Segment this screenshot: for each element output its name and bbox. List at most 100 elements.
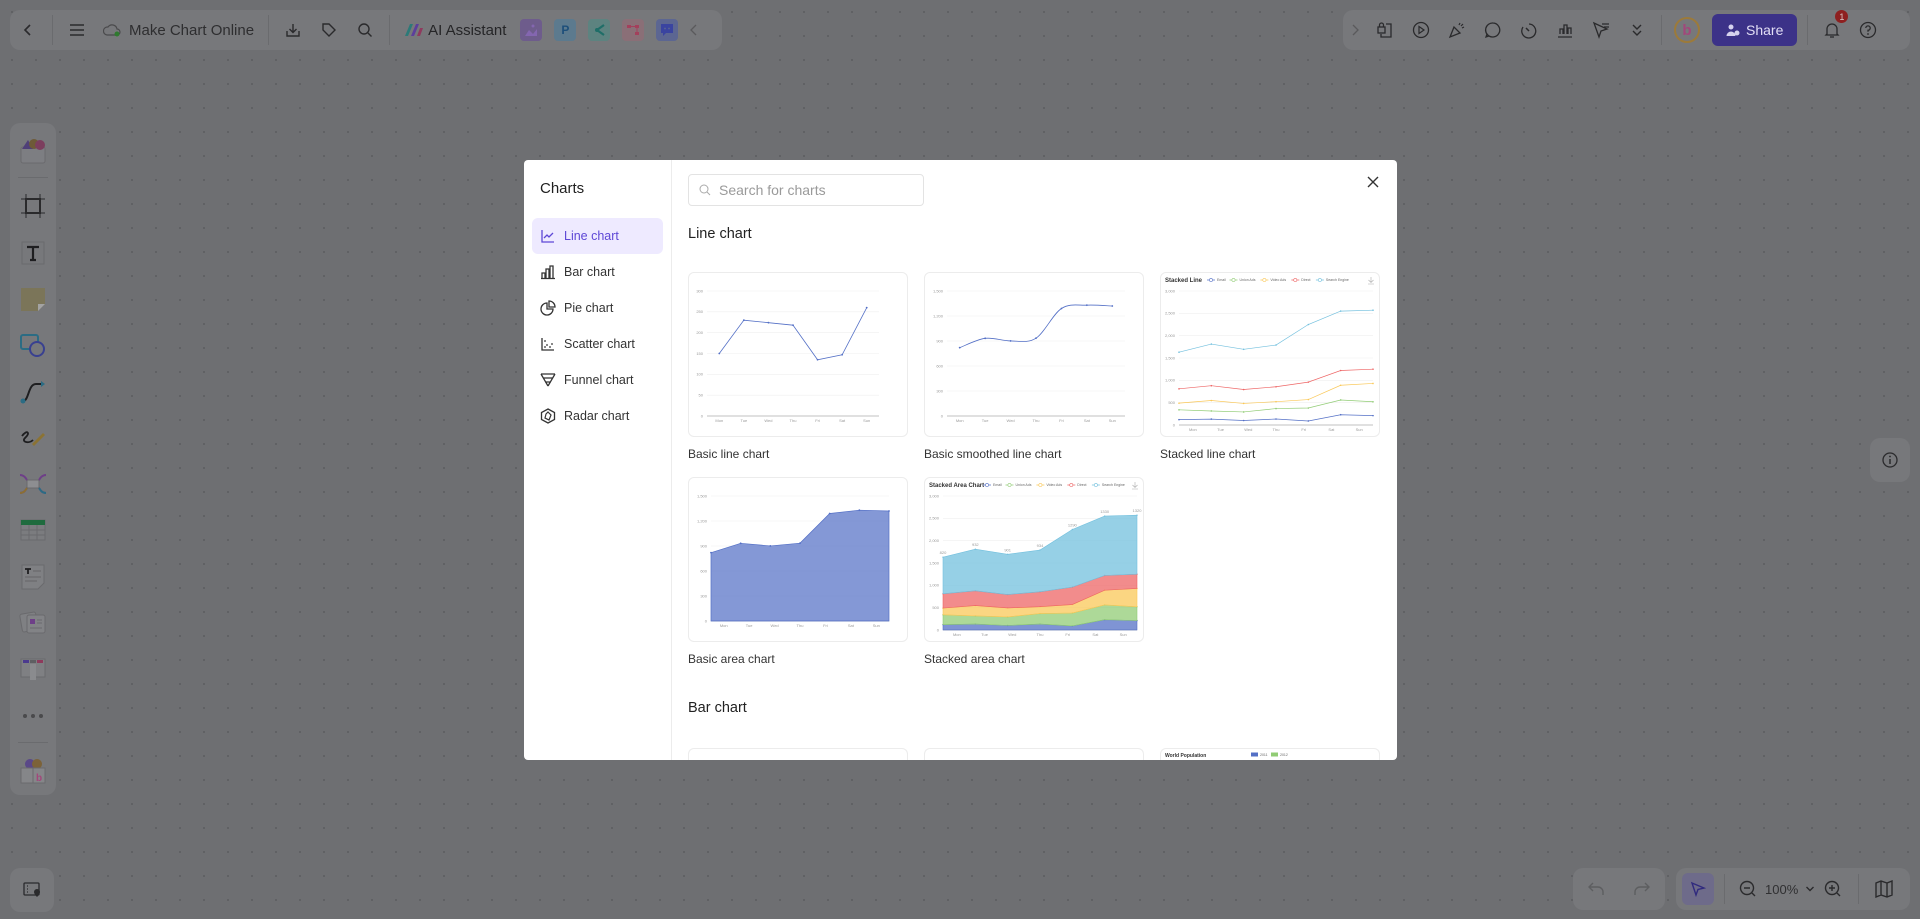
category-radar-chart[interactable]: Radar chart: [532, 398, 663, 434]
frame-tool[interactable]: [15, 189, 51, 223]
category-pie-chart[interactable]: Pie chart: [532, 290, 663, 326]
ai-assistant-button[interactable]: AI Assistant: [396, 22, 514, 39]
y-tick-label: 0: [701, 413, 704, 418]
app-store-tool[interactable]: b: [15, 754, 51, 788]
laser-pointer-icon: [1592, 21, 1609, 39]
cards-tool[interactable]: [15, 606, 51, 640]
download-button[interactable]: [275, 15, 311, 45]
chart-card-bar-1[interactable]: [688, 748, 908, 760]
chart-thumbnail: 0 50 100 150 200 250 300 Mon Tue Wed Thu Fri Sat Sun: [688, 272, 908, 437]
info-panel-button[interactable]: [1870, 438, 1910, 482]
sticky-note-tool[interactable]: [15, 282, 51, 316]
chart-card-basic-smoothed-line[interactable]: 0 300 600 900 1,200 1,500 Mon Tue Wed Thu Fri Sat Su…: [924, 272, 1144, 463]
data-label: 1320: [1133, 508, 1143, 513]
funnel-chart-icon: [540, 373, 556, 387]
cloud-saved-icon: [103, 24, 121, 37]
present-button[interactable]: [1403, 15, 1439, 45]
outline-button[interactable]: [10, 868, 54, 912]
data-point: [816, 358, 819, 361]
divider: [18, 177, 48, 179]
category-scatter-chart[interactable]: Scatter chart: [532, 326, 663, 362]
chart-card-basic-line[interactable]: 0 50 100 150 200 250 300 Mon Tue Wed Thu Fri Sat Sun …: [688, 272, 908, 463]
notifications-button[interactable]: 1: [1814, 10, 1850, 45]
x-tick-label: Thu: [1273, 427, 1280, 432]
mindmap-tool[interactable]: [15, 467, 51, 501]
celebrate-button[interactable]: [1439, 15, 1475, 45]
text-tool[interactable]: [15, 236, 51, 270]
chart-gallery: Line chart 0 50 100 150 200 250 300 Mon Tue Wed Th…: [672, 160, 1397, 760]
expand-toolbar-button[interactable]: [1343, 15, 1367, 45]
cursor-icon: [1690, 881, 1706, 897]
y-tick-label: 1,200: [697, 518, 708, 523]
zoom-in-button[interactable]: [1818, 874, 1848, 904]
chart-card-stacked-line[interactable]: Stacked Line Email Union Ads Video Ads Direc…: [1160, 272, 1380, 463]
chart-card-world-population[interactable]: World Population 2011 2012: [1160, 748, 1380, 760]
category-bar-chart[interactable]: Bar chart: [532, 254, 663, 290]
sticky-note-icon: [21, 287, 45, 311]
flowchart-app[interactable]: [622, 19, 645, 41]
document-title[interactable]: Make Chart Online: [95, 22, 262, 39]
y-tick-label: 1,000: [929, 583, 940, 588]
kanban-tool[interactable]: [15, 652, 51, 686]
legend-marker: [1231, 278, 1236, 282]
mindmap-app[interactable]: [588, 19, 611, 41]
image-generator-app[interactable]: [520, 19, 543, 41]
x-tick-label: Wed: [1008, 632, 1016, 637]
more-tools-button[interactable]: [1619, 15, 1655, 45]
chart-card-label: Stacked line chart: [1160, 447, 1256, 461]
data-point: [1275, 407, 1277, 410]
redo-button[interactable]: [1624, 874, 1660, 904]
data-point: [769, 545, 772, 547]
chart-card-bar-2[interactable]: [924, 748, 1144, 760]
data-point: [1307, 420, 1310, 422]
comment-button[interactable]: [1475, 15, 1511, 45]
top-toolbar-right: b Share 1: [1343, 10, 1910, 50]
tag-button[interactable]: [311, 15, 347, 45]
laser-pointer-button[interactable]: [1583, 15, 1619, 45]
category-line-chart[interactable]: Line chart: [532, 218, 663, 254]
search-input[interactable]: [719, 182, 909, 198]
bar-chart-grid: World Population 2011 2012: [688, 748, 1381, 760]
table-tool[interactable]: [15, 513, 51, 547]
user-avatar[interactable]: b: [1674, 17, 1700, 43]
lock-file-button[interactable]: [1367, 15, 1403, 45]
search-button[interactable]: [347, 15, 383, 45]
zoom-level[interactable]: 100%: [1765, 882, 1798, 897]
category-label: Radar chart: [564, 409, 630, 423]
dialog-title: Charts: [540, 180, 585, 197]
play-icon: [1412, 21, 1430, 39]
x-tick-label: Fri: [1065, 632, 1070, 637]
zoom-out-button[interactable]: [1735, 874, 1761, 904]
undo-button[interactable]: [1578, 874, 1614, 904]
back-button[interactable]: [10, 15, 46, 45]
connector-tool[interactable]: [15, 374, 51, 408]
presentation-app[interactable]: P: [554, 19, 577, 41]
chart-title: Stacked Area Chart: [929, 483, 984, 489]
search-box[interactable]: [688, 174, 924, 206]
chart-thumbnail: Stacked Line Email Union Ads Video Ads Direc…: [1160, 272, 1380, 437]
kanban-icon: [20, 658, 46, 681]
category-funnel-chart[interactable]: Funnel chart: [532, 362, 663, 398]
x-tick-label: Sun: [873, 623, 880, 628]
chart-thumbnail: Stacked Area Chart Email Union Ads Video Ad…: [924, 477, 1144, 642]
more-tools-button[interactable]: [15, 699, 51, 733]
chart-card-basic-area[interactable]: 0 300 600 900 1,200 1,500 Mon Tue Wed Thu Fri Sat Su…: [688, 477, 908, 668]
area-fill: [710, 509, 890, 622]
chart-card-stacked-area[interactable]: Stacked Area Chart Email Union Ads Video Ad…: [924, 477, 1144, 668]
help-button[interactable]: [1850, 15, 1886, 45]
shapes-tool[interactable]: [15, 328, 51, 362]
share-button[interactable]: Share: [1712, 14, 1798, 46]
chart-button[interactable]: [1547, 15, 1583, 45]
timer-button[interactable]: [1511, 15, 1547, 45]
zoom-dropdown-button[interactable]: [1802, 874, 1818, 904]
chat-app[interactable]: [656, 19, 679, 41]
collapse-apps-button[interactable]: [684, 15, 704, 45]
templates-tool[interactable]: [15, 134, 51, 168]
select-tool-button[interactable]: [1682, 873, 1714, 905]
close-button[interactable]: [1361, 170, 1385, 194]
minimap-button[interactable]: [1869, 874, 1899, 904]
mindmap-icon: [595, 24, 606, 36]
main-menu-button[interactable]: [59, 15, 95, 45]
text-card-tool[interactable]: [15, 560, 51, 594]
pen-tool[interactable]: [15, 421, 51, 455]
